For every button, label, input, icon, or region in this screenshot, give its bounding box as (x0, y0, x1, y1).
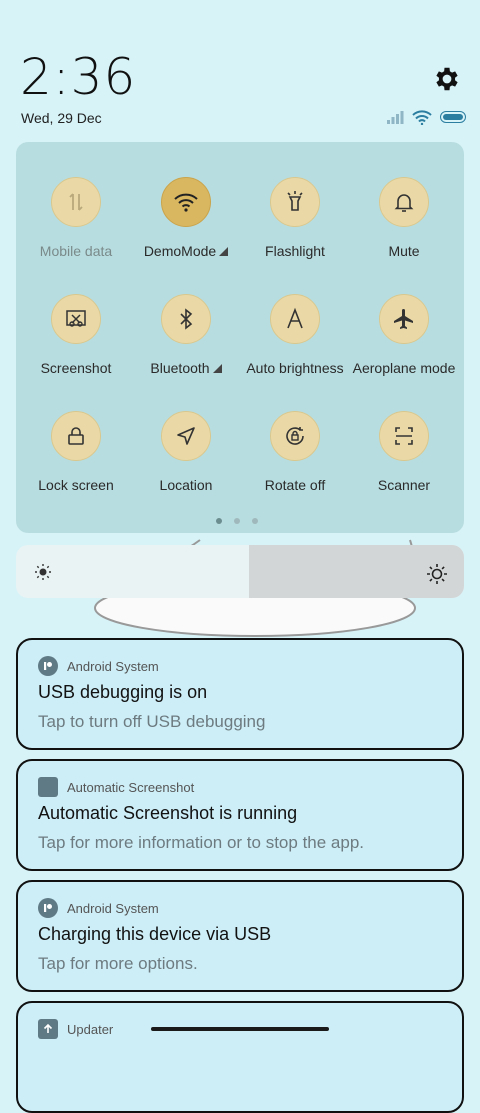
tile-bluetooth[interactable]: Bluetooth (131, 294, 241, 376)
wifi-status-icon (412, 109, 432, 125)
wifi-icon (161, 177, 211, 227)
tile-label: Auto brightness (246, 360, 344, 376)
notification-usb-debugging[interactable]: Android System USB debugging is on Tap t… (16, 638, 464, 750)
notification-title: USB debugging is on (38, 682, 208, 702)
tile-mobile-data[interactable]: Mobile data (21, 177, 131, 259)
notification-automatic-screenshot[interactable]: Automatic Screenshot Automatic Screensho… (16, 759, 464, 871)
notification-app-name: Android System (67, 658, 159, 674)
tile-label: Aeroplane mode (352, 360, 456, 376)
mobile-data-icon (51, 177, 101, 227)
brightness-slider[interactable] (16, 545, 464, 598)
screenshot-icon (51, 294, 101, 344)
bluetooth-icon (161, 294, 211, 344)
tile-mute[interactable]: Mute (349, 177, 459, 259)
tile-label: Scanner (377, 477, 431, 493)
notification-title: Charging this device via USB (38, 924, 272, 944)
auto-brightness-icon (270, 294, 320, 344)
brightness-high-icon (427, 564, 447, 584)
tile-lock-screen[interactable]: Lock screen (21, 411, 131, 493)
notification-text: Tap for more options. (38, 954, 198, 973)
tile-aeroplane-mode[interactable]: Aeroplane mode (349, 294, 459, 376)
notification-text: Tap for more information or to stop the … (38, 833, 365, 852)
notification-text: Tap to turn off USB debugging (38, 712, 266, 731)
brightness-low-icon (35, 564, 51, 580)
clock[interactable]: 2:36 (20, 48, 136, 106)
android-system-icon (38, 898, 58, 918)
expand-triangle-icon (219, 247, 229, 256)
page-dot[interactable] (234, 518, 240, 524)
notification-title: Automatic Screenshot is running (38, 803, 298, 823)
tile-label: Mute (388, 243, 420, 259)
tile-label: Flashlight (265, 243, 325, 259)
tile-screenshot[interactable]: Screenshot (21, 294, 131, 376)
quick-settings-panel: Mobile data DemoMode Flashlight Mute Scr… (16, 142, 464, 533)
tile-rotate-off[interactable]: Rotate off (240, 411, 350, 493)
notification-updater[interactable]: Updater (16, 1001, 464, 1113)
notification-app-name: Android System (67, 900, 159, 916)
tile-demomode[interactable]: DemoMode (131, 177, 241, 259)
lock-icon (51, 411, 101, 461)
tile-label: DemoMode (143, 243, 217, 259)
tile-label: Screenshot (40, 360, 112, 376)
location-icon (161, 411, 211, 461)
bell-icon (379, 177, 429, 227)
flashlight-icon (270, 177, 320, 227)
signal-icon (387, 111, 404, 124)
battery-icon (440, 111, 466, 123)
tile-label: Lock screen (38, 477, 114, 493)
settings-gear-icon[interactable] (432, 64, 462, 94)
tile-auto-brightness[interactable]: Auto brightness (240, 294, 350, 376)
scanner-icon (379, 411, 429, 461)
tile-label: Location (159, 477, 213, 493)
updater-icon (38, 1019, 58, 1039)
gesture-handle[interactable] (151, 1027, 329, 1031)
page-dot[interactable] (216, 518, 222, 524)
tile-label: Rotate off (264, 477, 326, 493)
airplane-icon (379, 294, 429, 344)
page-dot[interactable] (252, 518, 258, 524)
page-indicator (216, 518, 258, 524)
tile-label: Bluetooth (150, 360, 210, 376)
date[interactable]: Wed, 29 Dec (21, 110, 102, 126)
status-bar-icons (386, 108, 466, 126)
android-system-icon (38, 656, 58, 676)
notification-app-name: Updater (67, 1021, 114, 1037)
tile-location[interactable]: Location (131, 411, 241, 493)
notification-app-name: Automatic Screenshot (67, 779, 195, 795)
tile-scanner[interactable]: Scanner (349, 411, 459, 493)
rotate-lock-icon (270, 411, 320, 461)
notification-charging-usb[interactable]: Android System Charging this device via … (16, 880, 464, 992)
tile-label: Mobile data (39, 243, 113, 259)
tile-flashlight[interactable]: Flashlight (240, 177, 350, 259)
automatic-screenshot-icon (38, 777, 58, 797)
expand-triangle-icon (212, 364, 222, 373)
